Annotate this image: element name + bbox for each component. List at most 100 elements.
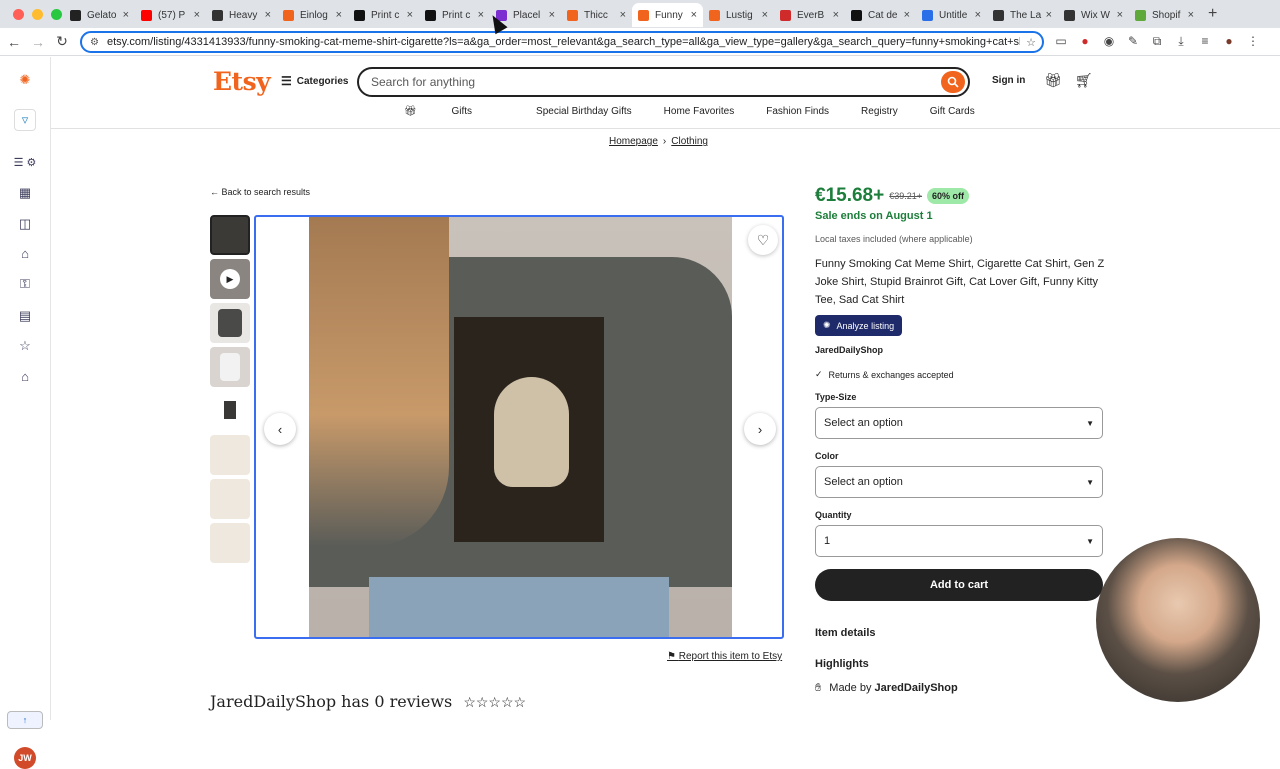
extension-icon[interactable]: ◉ <box>1100 32 1118 50</box>
prev-image-button[interactable]: ‹ <box>264 413 296 445</box>
type-size-select[interactable]: Select an option ▼ <box>815 407 1103 439</box>
item-details-toggle[interactable]: Item details <box>815 627 876 639</box>
nav-gift-cards[interactable]: Gift Cards <box>930 106 975 117</box>
calendar-icon[interactable]: ▤ <box>14 305 36 327</box>
categories-button[interactable]: ☰ Categories <box>281 74 348 88</box>
bookmark-star-icon[interactable]: ☆ <box>1026 36 1036 49</box>
minimize-window-button[interactable] <box>32 8 43 20</box>
search-input[interactable]: Search for anything <box>357 67 970 97</box>
nav-registry[interactable]: Registry <box>861 106 898 117</box>
tab-close-icon[interactable]: × <box>620 9 626 21</box>
breadcrumb-homepage[interactable]: Homepage <box>609 136 658 147</box>
browser-tab[interactable]: Einlog × <box>277 3 348 27</box>
thumbnail-8[interactable] <box>210 523 250 563</box>
bag-icon[interactable]: ◫ <box>14 213 36 235</box>
browser-tab[interactable]: Shopif × <box>1129 3 1200 27</box>
reload-icon[interactable]: ↻ <box>50 33 74 50</box>
list-settings-icon[interactable]: ☰ ⚙ <box>8 151 42 173</box>
site-info-icon[interactable]: ⚙ <box>90 37 99 48</box>
browser-tab[interactable]: The La × <box>987 3 1058 27</box>
report-item-link[interactable]: ⚑ Report this item to Etsy <box>667 651 782 662</box>
browser-tab[interactable]: Heavy × <box>206 3 277 27</box>
store-icon[interactable]: ⌂ <box>14 242 36 264</box>
thumbnail-3[interactable] <box>210 303 250 343</box>
address-bar[interactable]: ⚙ etsy.com/listing/4331413933/funny-smok… <box>80 31 1044 53</box>
dashboard-icon[interactable]: ▦ <box>14 182 36 204</box>
tab-close-icon[interactable]: × <box>123 9 129 21</box>
forward-arrow-icon[interactable]: → <box>26 34 50 50</box>
scroll-up-button[interactable]: ↑ <box>7 711 43 729</box>
browser-tab[interactable]: EverB × <box>774 3 845 27</box>
shop-name-link[interactable]: JaredDailyShop <box>815 345 1105 355</box>
key-icon[interactable]: ⚿ <box>14 273 36 295</box>
thumbnail-7[interactable] <box>210 479 250 519</box>
browser-tab[interactable]: Wix W × <box>1058 3 1129 27</box>
puzzle-icon[interactable]: ⧉ <box>1148 32 1166 50</box>
new-tab-button[interactable]: + <box>1208 5 1217 23</box>
thumbnail-4[interactable] <box>210 347 250 387</box>
tab-close-icon[interactable]: × <box>904 9 910 21</box>
nav-special-birthday-gifts[interactable]: Special Birthday Gifts <box>536 106 632 117</box>
tab-close-icon[interactable]: × <box>762 9 768 21</box>
tab-close-icon[interactable]: × <box>1046 9 1052 21</box>
browser-tab[interactable]: Print c × <box>348 3 419 27</box>
browser-tab[interactable]: Untitle × <box>916 3 987 27</box>
browser-tab[interactable]: Thicc × <box>561 3 632 27</box>
back-arrow-icon[interactable]: ← <box>2 34 26 50</box>
star-icon[interactable]: ☆ <box>14 335 36 357</box>
sign-in-link[interactable]: Sign in <box>992 75 1025 86</box>
close-window-button[interactable] <box>13 8 24 20</box>
tab-close-icon[interactable]: × <box>194 9 200 21</box>
tab-title: Cat de <box>868 9 898 21</box>
quantity-select[interactable]: 1 ▼ <box>815 525 1103 557</box>
bucket-icon[interactable]: ▿ <box>14 109 36 131</box>
extension-red-icon[interactable]: ● <box>1076 32 1094 50</box>
profile-icon[interactable]: ● <box>1220 32 1238 50</box>
nav-home-favorites[interactable]: Home Favorites <box>664 106 735 117</box>
thumbnail-video[interactable]: ▶ <box>210 259 250 299</box>
thumbnail-1[interactable] <box>210 215 250 255</box>
tab-close-icon[interactable]: × <box>833 9 839 21</box>
tab-close-icon[interactable]: × <box>691 9 697 21</box>
favorite-heart-icon[interactable]: ♡ <box>748 225 778 255</box>
analyze-listing-button[interactable]: ✺ Analyze listing <box>815 315 903 336</box>
color-select[interactable]: Select an option ▼ <box>815 466 1103 498</box>
user-avatar[interactable]: JW <box>14 747 36 769</box>
etsy-logo[interactable]: Etsy <box>213 67 271 96</box>
browser-tab[interactable]: Lustig × <box>703 3 774 27</box>
bee-logo-icon[interactable]: ✺ <box>14 69 36 91</box>
browser-tab[interactable]: Cat de × <box>845 3 916 27</box>
browser-tab[interactable]: Print c × <box>419 3 490 27</box>
thumbnail-6[interactable] <box>210 435 250 475</box>
thumbnail-5[interactable] <box>210 391 250 431</box>
tab-close-icon[interactable]: × <box>407 9 413 21</box>
browser-tab[interactable]: Funny × <box>632 3 703 27</box>
tab-close-icon[interactable]: × <box>975 9 981 21</box>
main-product-image[interactable]: ‹ › ♡ <box>254 215 784 639</box>
tab-close-icon[interactable]: × <box>478 9 484 21</box>
maximize-window-button[interactable] <box>51 8 62 20</box>
nav-gifts[interactable]: 🎁︎ Gifts <box>404 106 504 117</box>
tab-close-icon[interactable]: × <box>549 9 555 21</box>
tab-close-icon[interactable]: × <box>1117 9 1123 21</box>
graduation-cap-icon[interactable]: ⌂ <box>14 365 36 387</box>
add-to-cart-button[interactable]: Add to cart <box>815 569 1103 601</box>
nav-fashion-finds[interactable]: Fashion Finds <box>766 106 829 117</box>
browser-tab[interactable]: Gelato × <box>64 3 135 27</box>
search-button[interactable] <box>941 71 965 93</box>
gift-icon[interactable]: 🎁︎ <box>1044 72 1062 89</box>
back-to-search-link[interactable]: ← Back to search results <box>210 187 310 197</box>
tab-close-icon[interactable]: × <box>1188 9 1194 21</box>
next-image-button[interactable]: › <box>744 413 776 445</box>
download-icon[interactable]: ⤓ <box>1172 32 1190 50</box>
cart-icon[interactable]: 🛒︎ <box>1075 72 1093 89</box>
screen-capture-icon[interactable]: ▭ <box>1052 32 1070 50</box>
browser-tab[interactable]: (57) P × <box>135 3 206 27</box>
menu-kebab-icon[interactable]: ⋮ <box>1244 32 1262 50</box>
tab-close-icon[interactable]: × <box>265 9 271 21</box>
breadcrumb-clothing[interactable]: Clothing <box>671 136 708 147</box>
made-by-shop[interactable]: JaredDailyShop <box>875 682 958 694</box>
pen-icon[interactable]: ✎ <box>1124 32 1142 50</box>
tab-close-icon[interactable]: × <box>336 9 342 21</box>
media-icon[interactable]: ≡ <box>1196 32 1214 50</box>
